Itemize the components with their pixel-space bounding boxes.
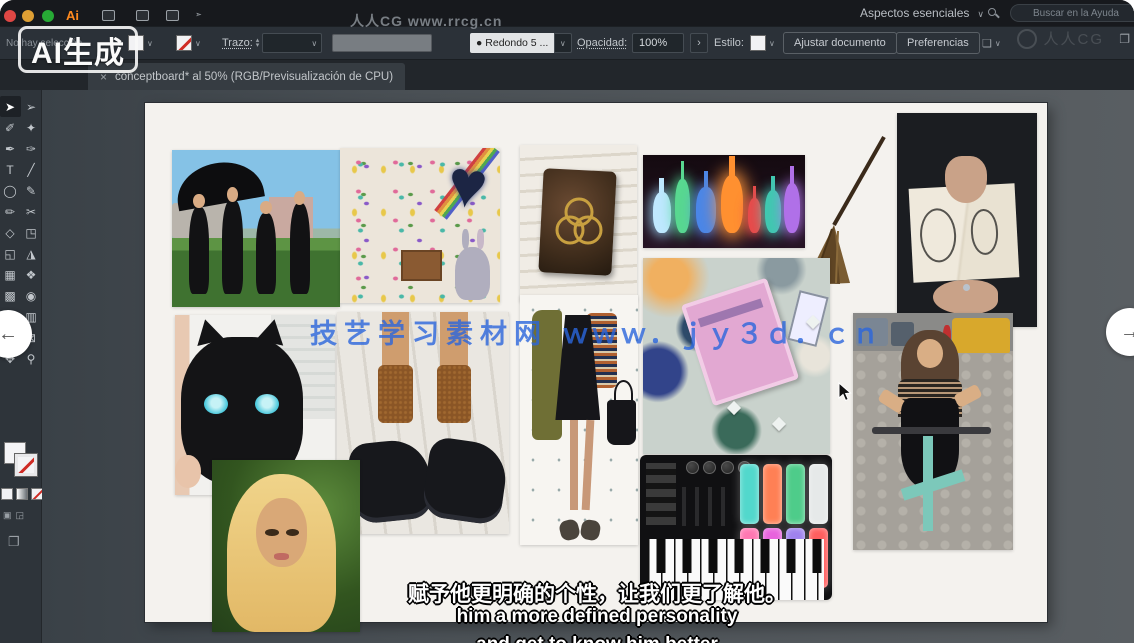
sigil-circle — [918, 207, 957, 263]
chevron-down-icon[interactable]: ∨ — [195, 39, 201, 48]
watermark-logo-icon — [1017, 29, 1037, 49]
minimize-window-button[interactable] — [22, 10, 34, 22]
tearoff-panel-icon[interactable]: ❏ — [982, 37, 992, 50]
shape-builder-tool[interactable]: ◱ — [0, 243, 21, 264]
zoom-window-button[interactable] — [42, 10, 54, 22]
paintbrush-tool[interactable]: ✎ — [21, 180, 42, 201]
stroke-weight-dropdown[interactable]: ∨ — [262, 33, 322, 53]
mouse-cursor — [838, 382, 852, 402]
watermark-top-right: 人人CG — [1017, 28, 1104, 49]
menubar-grid-icon[interactable] — [136, 10, 149, 21]
canvas[interactable]: ♥ — [42, 90, 1134, 643]
curvature-tool[interactable]: ✑ — [21, 138, 42, 159]
lasso-tool[interactable]: ✐ — [0, 117, 21, 138]
chevron-down-icon[interactable]: ∨ — [769, 39, 775, 48]
subtitle-line-chinese: 赋予他更明确的个性，让我们更了解他。 — [408, 578, 786, 608]
moodboard-image-women-in-black[interactable] — [172, 150, 340, 307]
chevron-down-icon[interactable]: ∨ — [554, 33, 572, 53]
opacity-label[interactable]: Opacidad: — [577, 37, 627, 49]
symbol-sprayer-tool[interactable]: ❖ — [21, 264, 42, 285]
watermark-top-center: 人人CG www.rrcg.cn — [350, 11, 502, 31]
selection-tool[interactable]: ➤ — [0, 96, 21, 117]
screen-mode-button[interactable]: ❐ — [8, 534, 20, 550]
subtitle-line-english: him a more defined personality — [457, 606, 738, 628]
menubar-doc-icon[interactable] — [102, 10, 115, 21]
color-mode-button[interactable] — [1, 488, 13, 500]
pen-tool[interactable]: ✒ — [0, 138, 21, 159]
yellow-cab-shape — [952, 318, 1010, 354]
chevron-down-icon: ∨ — [977, 9, 984, 19]
gradient-mode-button[interactable] — [16, 488, 28, 500]
document-tab-title: conceptboard* al 50% (RGB/Previsualizaci… — [115, 71, 393, 83]
stroke-none-swatch[interactable] — [15, 454, 37, 476]
moodboard-image-spellbook[interactable] — [520, 145, 637, 302]
preferences-button[interactable]: Preferencias — [896, 32, 980, 54]
panel-arrow-button[interactable]: › — [690, 33, 708, 53]
app-window: Ai ➣ Aspectos esenciales∨ No hay selecci… — [0, 0, 1134, 643]
style-label: Estilo: — [714, 37, 744, 49]
sigil-circle — [969, 208, 999, 255]
moodboard-image-collage-room[interactable]: ♥ — [340, 148, 500, 303]
subtitle-line-english-2: and get to know him better — [476, 634, 718, 643]
close-window-button[interactable] — [4, 10, 16, 22]
chevron-down-icon[interactable]: ∨ — [995, 39, 1001, 48]
chevron-down-icon: ∨ — [311, 39, 317, 48]
bunny-shape — [455, 247, 490, 300]
illustrator-logo: Ai — [66, 8, 79, 23]
type-tool[interactable]: T — [0, 159, 21, 180]
heart-mirror-shape: ♥ — [444, 149, 492, 220]
free-transform-tool[interactable]: ◳ — [21, 222, 42, 243]
line-segment-tool[interactable]: ╱ — [21, 159, 42, 180]
menu-bar: Ai ➣ Aspectos esenciales∨ — [0, 0, 1134, 26]
direct-selection-tool[interactable]: ➢ — [21, 96, 42, 117]
tab-bar: × conceptboard* al 50% (RGB/Previsualiza… — [0, 60, 1134, 90]
scissors-tool[interactable]: ✂ — [21, 201, 42, 222]
moodboard-image-potion-bottles[interactable] — [643, 155, 805, 248]
workspace-switcher[interactable]: Aspectos esenciales∨ — [860, 6, 984, 20]
handbag-shape — [607, 400, 635, 445]
perspective-grid-tool[interactable]: ◮ — [21, 243, 42, 264]
ai-generated-badge: AI生成 — [18, 26, 138, 73]
search-icon — [988, 8, 996, 16]
tools-panel: ➤ ➢ ✐ ✦ ✒ ✑ T ╱ ◯ ✎ ✏ ✂ ◇ ◳ ◱ ◮ ▦ ❖ ▩ ◉ — [0, 90, 42, 643]
width-tool[interactable]: ◇ — [0, 222, 21, 243]
moodboard-image-blonde-portrait[interactable] — [212, 460, 360, 632]
pencil-tool[interactable]: ✏ — [0, 201, 21, 222]
gradient-tool[interactable]: ▩ — [0, 285, 21, 306]
blend-tool[interactable]: ◉ — [21, 285, 42, 306]
help-search-input[interactable] — [1010, 4, 1134, 22]
fit-document-button[interactable]: Ajustar documento — [783, 32, 897, 54]
chevron-down-icon[interactable]: ∨ — [147, 39, 153, 48]
stroke-color-swatch[interactable] — [176, 35, 192, 51]
cat-eye — [204, 394, 228, 414]
control-bar: No hay selección ∨ ∨ Trazo: ▴▾ ∨ ● Redon… — [0, 26, 1134, 60]
moodboard-image-hands-holding-book[interactable] — [897, 113, 1037, 327]
stroke-weight-label[interactable]: Trazo: — [222, 37, 253, 49]
drawing-modes[interactable]: ▣◲ — [3, 510, 24, 521]
watermark-middle: 技艺学习素材网ｗｗｗ．ｊｙ３ｄ．ｃｎ — [310, 312, 881, 351]
width-profile-dropdown[interactable] — [332, 34, 432, 52]
menubar-panel-icon[interactable] — [166, 10, 179, 21]
umbrella-shape — [172, 155, 265, 210]
share-icon[interactable]: ➣ — [192, 10, 205, 21]
magic-wand-tool[interactable]: ✦ — [21, 117, 42, 138]
mesh-tool[interactable]: ▦ — [0, 264, 21, 285]
arrange-documents-icon[interactable]: ❐ — [1119, 32, 1130, 46]
cat-eye — [255, 394, 279, 414]
triquetra-symbol — [550, 192, 608, 254]
brush-dot-icon: ● — [476, 37, 482, 49]
opacity-value-field[interactable]: 100% — [632, 33, 684, 53]
brush-definition-dropdown[interactable]: ● Redondo 5 ... — [470, 33, 554, 53]
graphic-style-swatch[interactable] — [750, 35, 766, 51]
ellipse-tool[interactable]: ◯ — [0, 180, 21, 201]
stroke-weight-stepper[interactable]: ▴▾ — [256, 38, 260, 48]
moodboard-image-witchy-flatlay[interactable] — [643, 258, 830, 454]
